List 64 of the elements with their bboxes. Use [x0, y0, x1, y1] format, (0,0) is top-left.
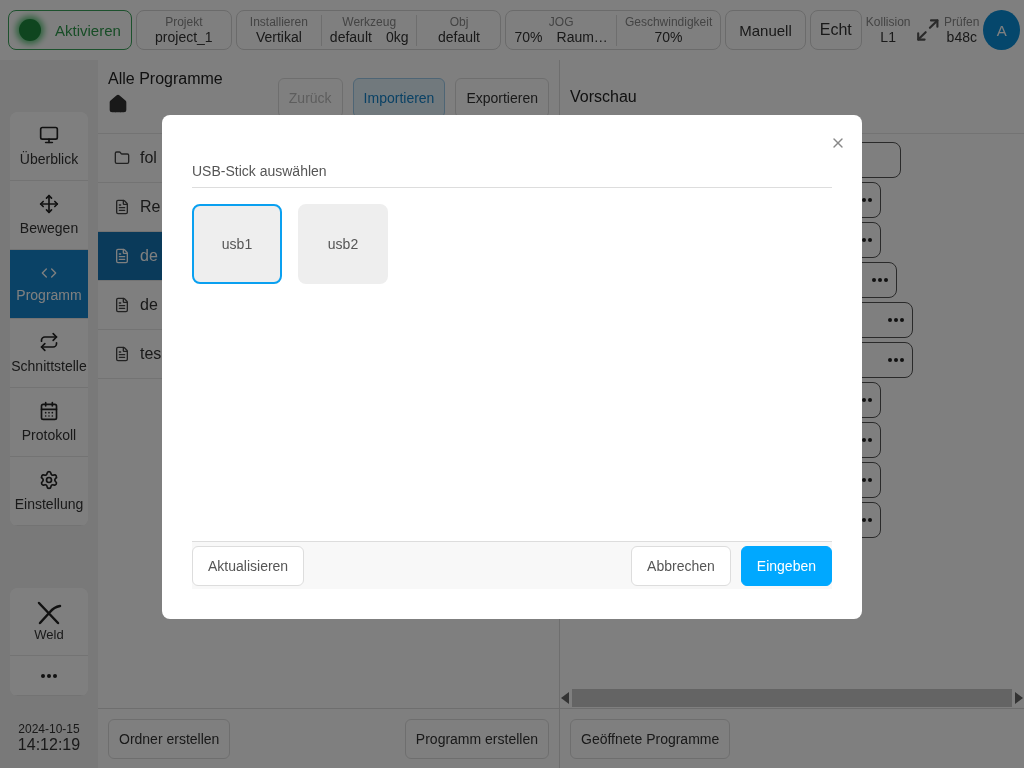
program-name: fol	[140, 149, 157, 167]
project-label: Projekt	[165, 14, 203, 29]
file-icon	[114, 199, 130, 215]
refresh-button[interactable]: Aktualisieren	[192, 545, 305, 586]
activate-button[interactable]: Aktivieren	[8, 10, 132, 50]
status-value: Vertikal	[255, 28, 302, 46]
status-led-icon	[19, 19, 41, 41]
repeat-icon	[39, 332, 59, 352]
status-panel[interactable]: JOG 70% Raum… Geschwindigkeit 70%	[505, 10, 722, 50]
create-button[interactable]: Ordner erstellen	[108, 718, 231, 759]
project-value: project_1	[155, 28, 213, 46]
create-button[interactable]: Programm erstellen	[404, 718, 549, 759]
collision-value: L1	[880, 28, 896, 46]
home-icon[interactable]	[108, 94, 128, 114]
nav-item[interactable]: Programm	[10, 250, 88, 319]
time-text: 14:12:19	[17, 736, 81, 754]
status-label: JOG	[548, 14, 574, 29]
check-value: b48c	[946, 28, 977, 46]
file-icon	[114, 297, 130, 313]
cancel-button[interactable]: Abbrechen	[631, 545, 731, 586]
mode-button[interactable]: Manuell	[725, 10, 806, 50]
date-text: 2024-10-15	[18, 722, 80, 736]
usb-device-tile[interactable]: usb1	[192, 204, 282, 284]
scrollbar-thumb[interactable]	[572, 689, 1012, 707]
status-label: Installieren	[249, 14, 308, 29]
monitor-icon	[39, 125, 59, 145]
status-label: Obj	[449, 14, 469, 29]
program-name: de	[140, 296, 158, 314]
welding-torch-icon	[36, 601, 62, 625]
user-avatar[interactable]: A	[983, 10, 1020, 50]
more-icon	[41, 673, 57, 678]
status-panel[interactable]: Installieren Vertikal Werkzeug default 0kg Obj default	[235, 10, 502, 50]
status-value: Raum…	[556, 28, 608, 46]
status-value: default	[329, 28, 372, 46]
file-icon	[114, 248, 130, 264]
toolbar-button[interactable]: Exportieren	[455, 78, 549, 118]
panel-title: Vorschau	[570, 87, 637, 106]
status-value: 70%	[654, 28, 683, 46]
confirm-button[interactable]: Eingeben	[740, 545, 832, 586]
toolbar-button[interactable]: Importieren	[352, 78, 446, 118]
expand-icon[interactable]	[914, 16, 941, 44]
scroll-right-icon[interactable]	[1014, 691, 1024, 705]
project-panel[interactable]: Projekt project_1	[135, 10, 232, 50]
file-icon	[114, 346, 130, 362]
status-value: 0kg	[385, 28, 409, 46]
collision-label: Kollision	[865, 14, 911, 29]
program-name: de	[140, 247, 158, 265]
dialog-title: USB-Stick auswählen	[192, 163, 832, 188]
status-value: 70%	[514, 28, 543, 46]
mode-button[interactable]: Echt	[809, 10, 862, 50]
program-name: Re	[140, 198, 161, 216]
status-value: default	[437, 28, 480, 46]
calendar-icon	[39, 401, 59, 421]
status-label: Geschwindigkeit	[624, 14, 713, 29]
program-name: tes	[140, 345, 162, 363]
settings-icon	[39, 470, 59, 490]
code-icon	[41, 265, 57, 281]
folder-icon	[114, 150, 130, 166]
move-icon	[39, 194, 59, 214]
open-programs-button[interactable]: Geöffnete Programme	[570, 718, 731, 759]
usb-device-tile[interactable]: usb2	[298, 204, 388, 284]
status-label: Werkzeug	[342, 14, 397, 29]
check-label: Prüfen	[944, 14, 980, 29]
panel-title: Alle Programme	[108, 70, 223, 88]
